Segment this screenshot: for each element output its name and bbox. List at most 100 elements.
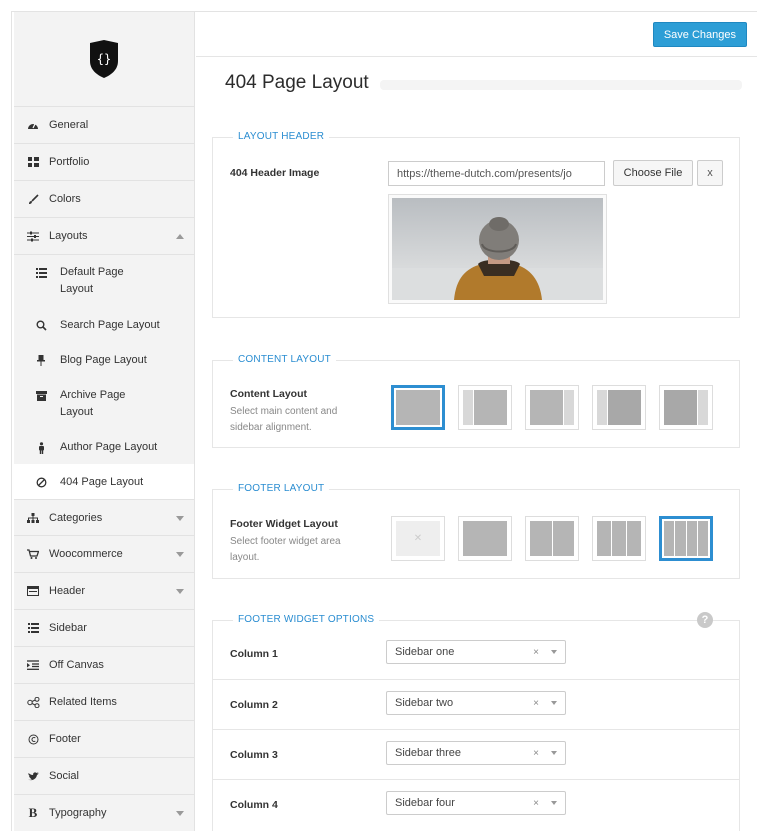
sidebar-item-label: Portfolio (49, 156, 90, 168)
panel-title: FOOTER LAYOUT (233, 483, 330, 494)
header-image-url-input[interactable]: https://theme-dutch.com/presents/jo (388, 161, 605, 186)
clear-icon[interactable]: × (533, 698, 539, 709)
field-label: Column 2 (230, 699, 278, 711)
footer-option-one-column[interactable] (458, 516, 512, 561)
sidebar-subitem-label: Search Page Layout (60, 319, 160, 331)
cart-icon (26, 547, 40, 561)
close-icon: ✕ (413, 533, 423, 544)
select-value: Sidebar three (395, 747, 462, 759)
column-3-select[interactable]: Sidebar three × (386, 741, 566, 765)
sidebar-item-portfolio[interactable]: Portfolio (14, 144, 194, 181)
brush-icon (26, 192, 40, 206)
chevron-down-icon[interactable] (176, 552, 184, 557)
select-value: Sidebar four (395, 797, 455, 809)
svg-text:{}: {} (97, 52, 111, 66)
sidebar-item-label: Footer (49, 733, 81, 745)
logo-shield-icon: {} (90, 40, 118, 78)
footer-option-none[interactable]: ✕ (391, 516, 445, 561)
widget-row-column-2: Column 2 Sidebar two × (213, 679, 739, 729)
layout-option-left-sidebar[interactable] (458, 385, 512, 430)
sidebar-item-header[interactable]: Header (14, 573, 194, 610)
sidebar-item-categories[interactable]: Categories (14, 499, 194, 536)
sidebar-item-general[interactable]: General (14, 107, 194, 144)
field-description: Select footer widget area layout. (230, 536, 341, 563)
sidebar-subitem-label: Archive Page Layout (60, 389, 126, 418)
sliders-icon (26, 229, 40, 243)
sidebar-item-related-items[interactable]: Related Items (14, 684, 194, 721)
layout-option-right-sidebar[interactable] (525, 385, 579, 430)
field-description: Select main content and sidebar alignmen… (230, 406, 338, 433)
sidebar-item-colors[interactable]: Colors (14, 181, 194, 218)
field-label: Column 4 (230, 799, 278, 811)
archive-icon (34, 387, 48, 404)
column-2-select[interactable]: Sidebar two × (386, 691, 566, 715)
field-label: Footer Widget Layout (230, 518, 338, 530)
widget-row-column-4: Column 4 Sidebar four × (213, 779, 739, 829)
title-divider (380, 80, 742, 90)
clear-icon[interactable]: × (533, 647, 539, 658)
sidebar-subitem-archive-page-layout[interactable]: Archive Page Layout (14, 377, 194, 429)
grid-icon (26, 155, 40, 169)
chevron-down-icon[interactable] (176, 589, 184, 594)
footer-layout-panel: FOOTER LAYOUT Footer Widget Layout Selec… (212, 483, 740, 579)
top-bar: Save Changes (196, 12, 757, 57)
caret-down-icon (551, 751, 557, 755)
sidebar-item-label: Categories (49, 511, 103, 524)
footer-option-four-columns[interactable] (659, 516, 713, 561)
sidebar-item-off-canvas[interactable]: Off Canvas (14, 647, 194, 684)
sidebar-item-layouts[interactable]: Layouts (14, 218, 194, 255)
chevron-down-icon[interactable] (176, 811, 184, 816)
header-image-preview (388, 194, 607, 304)
panel-title: LAYOUT HEADER (233, 131, 330, 142)
sidebar-subitem-blog-page-layout[interactable]: Blog Page Layout (14, 342, 194, 377)
sidebar-subitem-author-page-layout[interactable]: Author Page Layout (14, 429, 194, 464)
clear-image-button[interactable]: x (697, 160, 723, 186)
sidebar-subitem-label: 404 Page Layout (60, 476, 144, 488)
twitter-icon (26, 769, 40, 783)
widget-row-column-3: Column 3 Sidebar three × (213, 729, 739, 779)
logo-area: {} (14, 12, 194, 107)
chevron-up-icon[interactable] (176, 234, 184, 239)
sidebar-item-typography[interactable]: B Typography (14, 795, 194, 831)
sidebar-item-label: Header (49, 585, 86, 597)
sidebar-item-label: Woocommerce (49, 548, 123, 560)
caret-down-icon (551, 801, 557, 805)
content-layout-panel: CONTENT LAYOUT Content Layout Select mai… (212, 354, 740, 448)
footer-option-two-columns[interactable] (525, 516, 579, 561)
sidebar-item-label: Social (49, 770, 79, 782)
clear-icon[interactable]: × (533, 748, 539, 759)
field-label: Column 3 (230, 749, 278, 761)
copyright-icon (26, 732, 40, 746)
person-icon (34, 439, 48, 456)
select-value: Sidebar two (395, 697, 454, 709)
layout-option-left-two-sidebars[interactable] (592, 385, 646, 430)
column-1-select[interactable]: Sidebar one × (386, 640, 566, 664)
sitemap-icon (26, 511, 40, 525)
help-icon[interactable]: ? (697, 612, 713, 628)
sidebar-item-woocommerce[interactable]: Woocommerce (14, 536, 194, 573)
sidebar-subitem-label: Default Page Layout (60, 266, 124, 295)
sidebar-item-label: Related Items (49, 696, 117, 708)
column-4-select[interactable]: Sidebar four × (386, 791, 566, 815)
sidebar-subitem-404-page-layout[interactable]: 404 Page Layout (14, 464, 194, 499)
chevron-down-icon[interactable] (176, 515, 184, 521)
sidebar-subitem-search-page-layout[interactable]: Search Page Layout (14, 307, 194, 342)
ban-icon (34, 474, 48, 491)
sidebar-subitem-default-page-layout[interactable]: Default Page Layout (14, 255, 194, 307)
search-icon (34, 317, 48, 334)
sidebar-item-social[interactable]: Social (14, 758, 194, 795)
widget-row-column-1: Column 1 Sidebar one × (213, 629, 739, 679)
layout-option-right-two-sidebars[interactable] (659, 385, 713, 430)
indent-icon (26, 658, 40, 672)
layout-option-full-width[interactable] (391, 385, 445, 430)
clear-icon[interactable]: × (533, 798, 539, 809)
pin-icon (34, 352, 48, 369)
sidebar-item-footer[interactable]: Footer (14, 721, 194, 758)
footer-option-three-columns[interactable] (592, 516, 646, 561)
sidebar: {} General Portfolio Colors Layouts Defa (14, 12, 195, 831)
header-image (392, 198, 603, 300)
choose-file-button[interactable]: Choose File (613, 160, 693, 186)
footer-widget-options-panel: FOOTER WIDGET OPTIONS ? Column 1 Sidebar… (212, 612, 740, 831)
save-changes-button[interactable]: Save Changes (652, 22, 747, 47)
sidebar-item-sidebar[interactable]: Sidebar (14, 610, 194, 647)
